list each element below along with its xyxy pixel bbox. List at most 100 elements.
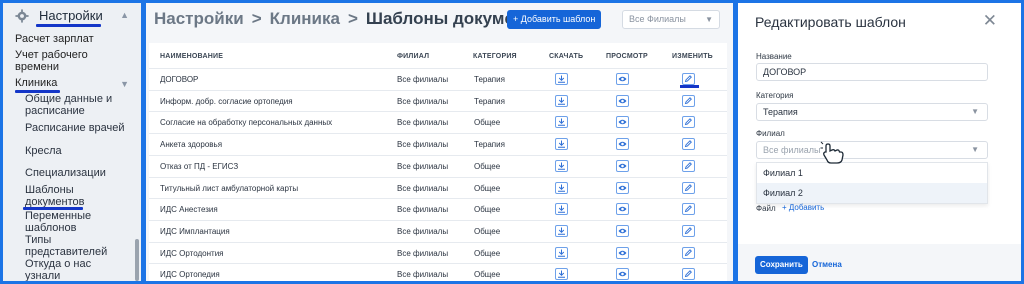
pencil-icon[interactable] bbox=[682, 224, 695, 237]
download-icon[interactable] bbox=[555, 116, 568, 129]
pencil-icon[interactable] bbox=[682, 159, 695, 172]
eye-icon[interactable] bbox=[616, 224, 629, 237]
cancel-button[interactable]: Отмена bbox=[812, 256, 842, 274]
save-button[interactable]: Сохранить bbox=[755, 256, 808, 274]
template-branch: Все филиалы bbox=[397, 75, 449, 84]
sidebar-sub-source[interactable]: Откуда о нас bbox=[25, 258, 91, 270]
template-category: Общее bbox=[474, 270, 501, 280]
download-icon[interactable] bbox=[555, 138, 568, 151]
pencil-icon[interactable] bbox=[682, 116, 695, 129]
download-icon[interactable] bbox=[555, 159, 568, 172]
pencil-icon[interactable] bbox=[682, 268, 695, 281]
eye-icon[interactable] bbox=[616, 181, 629, 194]
template-branch: Все филиалы bbox=[397, 161, 449, 171]
sidebar-sub-source-2[interactable]: узнали bbox=[25, 270, 60, 281]
breadcrumb-separator: > bbox=[251, 9, 262, 28]
template-branch: Все филиалы bbox=[397, 205, 449, 215]
template-category: Общее bbox=[474, 205, 501, 215]
close-icon[interactable]: ✕ bbox=[983, 11, 997, 31]
eye-icon[interactable] bbox=[616, 159, 629, 172]
template-name: ИДС Анестезия bbox=[160, 205, 218, 215]
sidebar-scrollbar[interactable] bbox=[135, 239, 139, 281]
chevron-up-icon[interactable]: ▲ bbox=[120, 10, 129, 20]
sidebar-sub-doctor-schedule[interactable]: Расписание врачей bbox=[25, 122, 125, 134]
column-header-view: ПРОСМОТР bbox=[606, 53, 648, 60]
active-underline bbox=[36, 24, 101, 27]
download-icon[interactable] bbox=[555, 73, 568, 85]
column-header-name: НАИМЕНОВАНИЕ bbox=[160, 53, 224, 60]
add-template-button[interactable]: + Добавить шаблон bbox=[507, 10, 602, 29]
name-input-value: ДОГОВОР bbox=[763, 67, 807, 77]
gear-icon bbox=[15, 9, 29, 23]
table-row: Анкета здоровья Все филиалы Терапия bbox=[149, 133, 727, 155]
download-icon[interactable] bbox=[555, 203, 568, 216]
template-name: Отказ от ПД - ЕГИСЗ bbox=[160, 161, 239, 171]
download-icon[interactable] bbox=[555, 94, 568, 107]
pencil-icon[interactable] bbox=[682, 138, 695, 151]
column-header-download: СКАЧАТЬ bbox=[549, 53, 584, 60]
column-header-edit: ИЗМЕНИТЬ bbox=[672, 53, 713, 60]
sidebar-sub-general[interactable]: Общие данные и bbox=[25, 93, 112, 105]
download-icon[interactable] bbox=[555, 246, 568, 259]
sidebar-sub-variables-2[interactable]: шаблонов bbox=[25, 222, 76, 234]
sidebar-sub-representatives[interactable]: Типы bbox=[25, 234, 51, 246]
eye-icon[interactable] bbox=[616, 246, 629, 259]
template-name: ИДС Ортопедия bbox=[160, 270, 220, 280]
template-category: Общее bbox=[474, 161, 501, 171]
eye-icon[interactable] bbox=[616, 94, 629, 107]
column-header-branch: ФИЛИАЛ bbox=[397, 53, 430, 60]
eye-icon[interactable] bbox=[616, 116, 629, 129]
sidebar-sub-templates[interactable]: Шаблоны bbox=[25, 184, 74, 196]
table-row: ДОГОВОР Все филиалы Терапия bbox=[149, 68, 727, 90]
branch-option-2[interactable]: Филиал 2 bbox=[757, 183, 987, 203]
branch-filter-select[interactable]: Все Филиалы ▼ bbox=[622, 10, 720, 29]
branch-select-placeholder: Все филиалы bbox=[763, 145, 821, 155]
eye-icon[interactable] bbox=[616, 268, 629, 281]
table-row: Информ. добр. согласие ортопедия Все фили… bbox=[149, 89, 727, 112]
breadcrumb: Настройки > Клиника > Шаблоны документов bbox=[154, 9, 553, 29]
template-category: Терапия bbox=[474, 96, 505, 106]
pointer-hand-icon bbox=[820, 141, 844, 164]
template-category: Общее bbox=[474, 118, 501, 128]
download-icon[interactable] bbox=[555, 181, 568, 194]
eye-icon[interactable] bbox=[616, 73, 629, 85]
pencil-icon[interactable] bbox=[682, 94, 695, 107]
template-name: Согласие на обработку персональных данны… bbox=[160, 118, 333, 128]
table-row: ИДС Имплантация Все филиалы Общее bbox=[149, 219, 727, 242]
name-input[interactable]: ДОГОВОР bbox=[756, 63, 988, 81]
sidebar-item-time-tracking-2[interactable]: времени bbox=[15, 61, 59, 73]
sidebar-item-payroll[interactable]: Расчет зарплат bbox=[15, 33, 94, 45]
pencil-icon[interactable] bbox=[682, 203, 695, 216]
template-name: ДОГОВОР bbox=[160, 75, 199, 84]
branch-option-1[interactable]: Филиал 1 bbox=[757, 163, 987, 183]
table-row: ИДС Ортодонтия Все филиалы Общее bbox=[149, 241, 727, 264]
eye-icon[interactable] bbox=[616, 138, 629, 151]
chevron-down-icon: ▼ bbox=[705, 15, 713, 24]
chevron-down-icon: ▼ bbox=[971, 145, 979, 154]
template-branch: Все филиалы bbox=[397, 140, 449, 150]
sidebar-sub-specializations[interactable]: Специализации bbox=[25, 167, 106, 179]
branch-select[interactable]: Все филиалы ▼ bbox=[756, 141, 988, 159]
download-icon[interactable] bbox=[555, 268, 568, 281]
category-label: Категория bbox=[756, 91, 794, 100]
eye-icon[interactable] bbox=[616, 203, 629, 216]
template-name: ИДС Имплантация bbox=[160, 226, 230, 236]
download-icon[interactable] bbox=[555, 224, 568, 237]
sidebar-item-clinic[interactable]: Клиника bbox=[15, 77, 57, 89]
sidebar-item-time-tracking[interactable]: Учет рабочего bbox=[15, 49, 88, 61]
branch-filter-value: Все Филиалы bbox=[629, 14, 686, 24]
sidebar-sub-representatives-2[interactable]: представителей bbox=[25, 246, 107, 258]
sidebar-sub-variables[interactable]: Переменные bbox=[25, 210, 91, 222]
main-content: Настройки > Клиника > Шаблоны документов + Д… bbox=[146, 3, 733, 281]
pencil-icon[interactable] bbox=[682, 246, 695, 259]
pencil-icon[interactable] bbox=[682, 73, 695, 85]
breadcrumb-settings[interactable]: Настройки bbox=[154, 9, 244, 28]
sidebar-sub-general-2[interactable]: расписание bbox=[25, 105, 85, 117]
add-file-link[interactable]: + Добавить bbox=[782, 203, 824, 212]
pencil-icon[interactable] bbox=[682, 181, 695, 194]
template-category: Общее bbox=[474, 183, 501, 193]
category-select[interactable]: Терапия ▼ bbox=[756, 103, 988, 121]
chevron-down-icon[interactable]: ▼ bbox=[120, 79, 129, 89]
breadcrumb-clinic[interactable]: Клиника bbox=[270, 9, 340, 28]
sidebar-sub-chairs[interactable]: Кресла bbox=[25, 145, 62, 157]
